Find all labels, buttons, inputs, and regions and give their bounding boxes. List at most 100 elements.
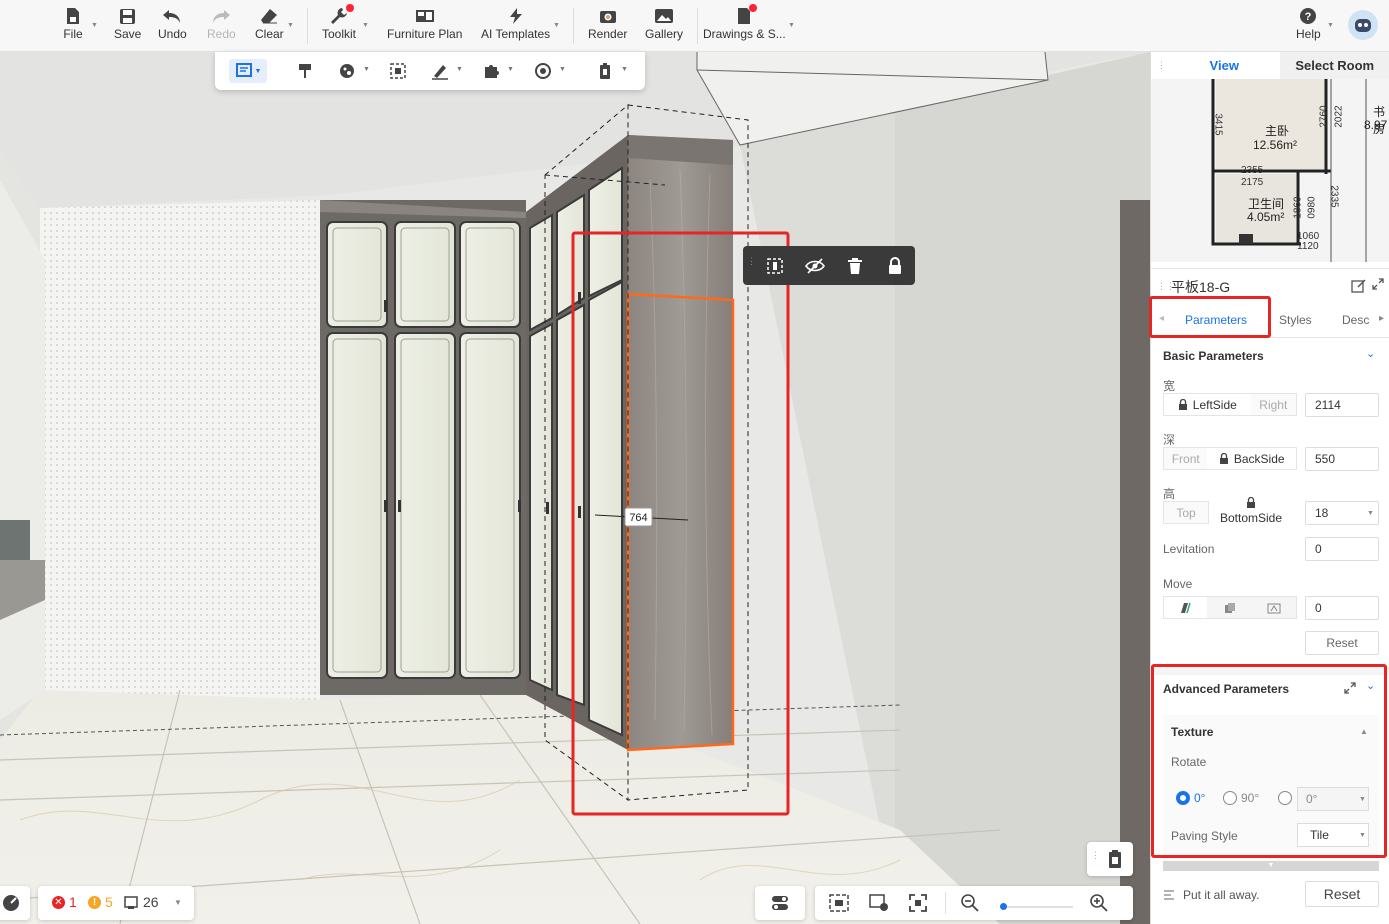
file-button[interactable]: File: [62, 6, 84, 41]
zoom-slider-track[interactable]: [1001, 906, 1073, 908]
trash-icon: [848, 258, 862, 274]
measure-button[interactable]: [428, 59, 452, 83]
move-mode-1-icon[interactable]: [1164, 597, 1208, 618]
chevron-down-icon[interactable]: ▼: [553, 22, 560, 29]
floor-plan-minimap[interactable]: 主卧 12.56m² 卫生间 4.05m² 书房 8.97 3415 2760 …: [1151, 79, 1389, 262]
move-mode-2-icon[interactable]: [1207, 597, 1251, 618]
redo-button[interactable]: Redo: [207, 6, 236, 41]
tab-desc[interactable]: Desc: [1342, 313, 1369, 327]
compass-button[interactable]: [0, 886, 30, 920]
drag-handle-icon[interactable]: ⋮: [747, 257, 756, 266]
chevron-down-icon[interactable]: ⌄: [1366, 347, 1375, 360]
chevron-down-icon[interactable]: ▼: [507, 66, 514, 73]
depth-input[interactable]: 550: [1305, 447, 1379, 471]
width-anchor-toggle[interactable]: LeftSide Right: [1163, 393, 1297, 416]
avatar[interactable]: [1348, 10, 1378, 40]
clipboard-float-button[interactable]: ⋮: [1087, 842, 1133, 876]
lock-button[interactable]: [883, 254, 907, 278]
select-box-button[interactable]: [386, 59, 410, 83]
move-input[interactable]: 0: [1305, 596, 1379, 620]
chevron-down-icon[interactable]: ▼: [91, 22, 98, 29]
delete-button[interactable]: [843, 254, 867, 278]
zoom-slider-handle[interactable]: [1000, 903, 1007, 910]
help-button[interactable]: ? Help: [1296, 6, 1321, 41]
reset-button[interactable]: Reset: [1305, 881, 1379, 907]
undo-label: Undo: [158, 27, 187, 41]
lock-icon: [1247, 497, 1255, 508]
expand-icon[interactable]: [1372, 278, 1384, 293]
camera-icon: [597, 6, 619, 26]
levitation-input[interactable]: 0: [1305, 537, 1379, 561]
reset-parameters-button[interactable]: Reset: [1305, 631, 1379, 655]
notification-dot: [346, 4, 354, 12]
error-icon: ✕: [52, 896, 65, 909]
plugin-button[interactable]: [479, 59, 503, 83]
drawings-label: Drawings & S...: [703, 27, 786, 41]
file-label: File: [63, 27, 83, 41]
furniture-plan-button[interactable]: Furniture Plan: [387, 6, 462, 41]
save-button[interactable]: Save: [114, 6, 141, 41]
layers-toggle-button[interactable]: [755, 886, 805, 920]
depth-anchor-toggle[interactable]: Front BackSide: [1163, 447, 1297, 470]
gallery-button[interactable]: Gallery: [645, 6, 683, 41]
render-button[interactable]: Render: [588, 6, 627, 41]
edit-icon[interactable]: [1351, 278, 1367, 297]
zoom-out-icon[interactable]: [961, 894, 979, 912]
tab-styles[interactable]: Styles: [1279, 313, 1312, 327]
item-count[interactable]: 26: [143, 894, 159, 910]
tab-select-room[interactable]: Select Room: [1279, 52, 1389, 79]
view-settings-icon[interactable]: [869, 894, 889, 912]
error-count[interactable]: 1: [69, 894, 77, 910]
chevron-down-icon[interactable]: ▼: [621, 66, 628, 73]
put-it-all-away-link[interactable]: Put it all away.: [1183, 888, 1259, 902]
chevron-down-icon[interactable]: ▼: [362, 22, 369, 29]
chevron-right-icon[interactable]: ▸: [1379, 313, 1384, 324]
chevron-down-icon[interactable]: ▼: [788, 22, 795, 29]
clear-button[interactable]: Clear: [255, 6, 284, 41]
width-input[interactable]: 2114: [1305, 393, 1379, 417]
backside-option[interactable]: BackSide: [1207, 448, 1296, 469]
toolbar-divider: [307, 8, 308, 44]
bottomside-option[interactable]: BottomSide: [1213, 497, 1289, 529]
height-value: 18: [1315, 506, 1329, 520]
material-button[interactable]: [335, 59, 359, 83]
right-panel: ⋮⋮ View Select Room 主卧 12.56m² 卫生间 4.05m…: [1149, 52, 1389, 924]
ai-templates-button[interactable]: AI Templates: [481, 6, 550, 41]
warning-count[interactable]: 5: [105, 894, 113, 910]
render-label: Render: [588, 27, 628, 41]
zoom-to-selection-icon[interactable]: [829, 894, 849, 912]
gallery-label: Gallery: [645, 27, 684, 41]
undo-button[interactable]: Undo: [158, 6, 187, 41]
collapse-bar[interactable]: ▼: [1163, 861, 1379, 871]
clipboard-icon: [600, 63, 610, 79]
dimension-label: 1860: [1292, 196, 1304, 219]
hide-button[interactable]: [803, 254, 827, 278]
drawings-button[interactable]: Drawings & S...: [703, 6, 786, 41]
right-option[interactable]: Right: [1251, 394, 1296, 415]
chevron-down-icon[interactable]: ▼: [456, 66, 463, 73]
help-label: Help: [1296, 27, 1321, 41]
view-mode-button[interactable]: [531, 59, 555, 83]
select-group-button[interactable]: [763, 254, 787, 278]
clipboard-button[interactable]: [593, 59, 617, 83]
paint-roller-icon: [299, 64, 311, 78]
chevron-down-icon[interactable]: ▼: [287, 22, 294, 29]
top-option[interactable]: Top: [1163, 501, 1209, 524]
chevron-down-icon[interactable]: ▼: [559, 66, 566, 73]
format-painter-button[interactable]: [293, 59, 317, 83]
front-option[interactable]: Front: [1164, 448, 1207, 469]
undo-icon: [161, 6, 183, 26]
leftside-option[interactable]: LeftSide: [1164, 394, 1251, 415]
drag-handle-icon[interactable]: ⋮: [1091, 850, 1100, 861]
move-mode-toggle[interactable]: [1163, 596, 1297, 619]
comment-tool-button[interactable]: ▼: [229, 59, 267, 83]
fit-view-icon[interactable]: [909, 894, 927, 912]
move-mode-3-icon[interactable]: [1252, 597, 1296, 618]
chevron-down-icon[interactable]: ▼: [1367, 510, 1374, 517]
chevron-down-icon[interactable]: ▼: [1327, 22, 1334, 29]
zoom-in-icon[interactable]: [1090, 894, 1108, 912]
chevron-down-icon[interactable]: ▼: [363, 66, 370, 73]
minimap-tabs: View Select Room: [1169, 52, 1389, 79]
tab-view[interactable]: View: [1169, 52, 1280, 79]
chevron-down-icon[interactable]: ▼: [174, 898, 182, 907]
